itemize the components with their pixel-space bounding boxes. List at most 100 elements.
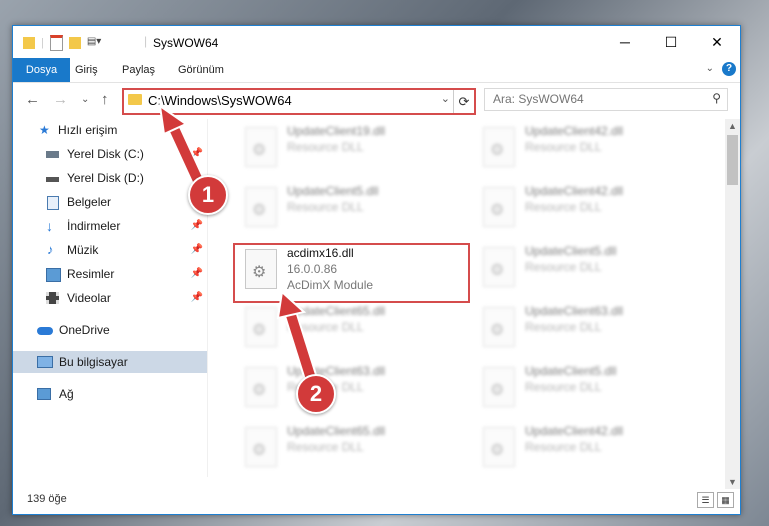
dll-file-icon: ⚙: [245, 367, 277, 407]
sidebar-item-label: Resimler: [67, 267, 115, 281]
file-type: Resource DLL: [287, 440, 364, 454]
sidebar-item-downloads[interactable]: ↓ İndirmeler 📌: [13, 215, 207, 237]
sidebar-item-local-disk-c[interactable]: Yerel Disk (C:) 📌: [13, 143, 207, 165]
sidebar-item-local-disk-d[interactable]: Yerel Disk (D:) 📌: [13, 167, 207, 189]
folder-icon: [128, 94, 142, 105]
ribbon-tabs: Dosya Giriş Paylaş Görünüm ⌄ ?: [13, 58, 740, 83]
minimize-button[interactable]: ─: [602, 26, 648, 58]
tab-file[interactable]: Dosya: [13, 58, 70, 82]
sidebar-item-music[interactable]: ♪ Müzik 📌: [13, 239, 207, 261]
window-title: SysWOW64: [153, 36, 219, 50]
file-item[interactable]: ⚙ UpdateClient42.dll Resource DLL: [475, 421, 705, 471]
file-name: UpdateClient19.dll: [287, 124, 386, 138]
address-dropdown-icon[interactable]: ⌄: [441, 92, 450, 105]
file-item[interactable]: ⚙ UpdateClient5.dll Resource DLL: [475, 361, 705, 411]
gear-icon: ⚙: [490, 142, 505, 159]
pin-icon[interactable]: 📌: [191, 215, 203, 237]
gear-icon: ⚙: [252, 202, 267, 219]
sidebar-item-label: Bu bilgisayar: [59, 355, 128, 369]
gear-icon: ⚙: [490, 322, 505, 339]
qat-separator: |: [41, 37, 44, 49]
search-box[interactable]: ⚲: [484, 88, 728, 111]
cloud-icon: [37, 327, 53, 335]
pictures-icon: [46, 268, 61, 282]
navigation-bar: ← → ⌄ ↑ C:\Windows\SysWOW64 ⌄ ⟳ ⚲: [13, 83, 740, 117]
network-icon: [37, 388, 51, 400]
dll-file-icon: ⚙: [483, 307, 515, 347]
file-type: Resource DLL: [287, 140, 364, 154]
sidebar-item-this-pc[interactable]: Bu bilgisayar: [13, 351, 207, 373]
close-button[interactable]: ✕: [694, 26, 740, 58]
computer-icon: [37, 356, 53, 368]
star-icon: ★: [39, 123, 50, 137]
tab-home[interactable]: Giriş: [75, 58, 98, 82]
drive-icon: [46, 151, 59, 158]
sidebar-item-onedrive[interactable]: OneDrive: [13, 319, 207, 341]
file-item[interactable]: ⚙ UpdateClient65.dll Resource DLL: [237, 421, 467, 471]
tab-view[interactable]: Görünüm: [178, 58, 224, 82]
file-name: UpdateClient42.dll: [525, 424, 624, 438]
customize-toolbar-icon[interactable]: ▤▾: [87, 36, 103, 50]
address-path[interactable]: C:\Windows\SysWOW64: [148, 93, 292, 108]
dll-file-icon: ⚙: [245, 427, 277, 467]
vertical-scrollbar[interactable]: ▲ ▼: [725, 119, 740, 489]
file-item[interactable]: ⚙ UpdateClient65.dll Resource DLL: [237, 301, 467, 351]
sidebar-item-pictures[interactable]: Resimler 📌: [13, 263, 207, 285]
scroll-thumb[interactable]: [727, 135, 738, 185]
sidebar-item-quick-access[interactable]: ★ Hızlı erişim: [13, 119, 207, 141]
sidebar-item-label: Belgeler: [67, 195, 112, 209]
pin-icon[interactable]: 📌: [191, 263, 203, 285]
sidebar-item-label: Yerel Disk (D:): [67, 171, 144, 185]
up-button[interactable]: ↑: [101, 91, 109, 108]
pin-icon[interactable]: 📌: [191, 143, 203, 165]
details-view-icon[interactable]: ☰: [697, 492, 714, 508]
file-name: UpdateClient63.dll: [525, 304, 624, 318]
maximize-button[interactable]: ☐: [648, 26, 694, 58]
sidebar-item-documents[interactable]: Belgeler 📌: [13, 191, 207, 213]
address-bar[interactable]: C:\Windows\SysWOW64 ⌄ ⟳: [122, 88, 476, 115]
file-type: Resource DLL: [525, 440, 602, 454]
gear-icon: ⚙: [490, 382, 505, 399]
file-item[interactable]: ⚙ UpdateClient63.dll Resource DLL: [237, 361, 467, 411]
dll-file-icon: ⚙: [483, 427, 515, 467]
pin-icon[interactable]: 📌: [191, 239, 203, 261]
gear-icon: ⚙: [252, 322, 267, 339]
file-item[interactable]: ⚙ UpdateClient5.dll Resource DLL: [475, 241, 705, 291]
sidebar-item-network[interactable]: Ağ: [13, 383, 207, 405]
file-item[interactable]: ⚙ UpdateClient63.dll Resource DLL: [475, 301, 705, 351]
file-type: Resource DLL: [525, 320, 602, 334]
file-highlight-box: [233, 243, 470, 303]
forward-button[interactable]: →: [53, 91, 68, 108]
recent-locations-button[interactable]: ⌄: [81, 94, 89, 105]
file-item[interactable]: ⚙ UpdateClient5.dll Resource DLL: [237, 181, 467, 231]
large-icons-view-icon[interactable]: ▦: [717, 492, 734, 508]
file-item[interactable]: ⚙ UpdateClient42.dll Resource DLL: [475, 121, 705, 171]
pin-icon[interactable]: 📌: [191, 287, 203, 309]
help-icon[interactable]: ?: [722, 62, 736, 76]
dll-file-icon: ⚙: [483, 127, 515, 167]
file-item[interactable]: ⚙ UpdateClient42.dll Resource DLL: [475, 181, 705, 231]
file-type: Resource DLL: [525, 260, 602, 274]
new-folder-icon[interactable]: [68, 37, 81, 49]
search-icon[interactable]: ⚲: [712, 91, 721, 105]
sidebar-item-videos[interactable]: Videolar 📌: [13, 287, 207, 309]
refresh-button[interactable]: ⟳: [453, 90, 474, 113]
dll-file-icon: ⚙: [483, 367, 515, 407]
tab-share[interactable]: Paylaş: [122, 58, 155, 82]
ribbon-expand-icon[interactable]: ⌄: [706, 63, 714, 74]
file-name: UpdateClient42.dll: [525, 184, 624, 198]
file-type: Resource DLL: [287, 320, 364, 334]
back-button[interactable]: ←: [25, 91, 40, 108]
scroll-down-icon[interactable]: ▼: [728, 477, 737, 487]
search-input[interactable]: [491, 91, 695, 107]
file-item[interactable]: ⚙ UpdateClient19.dll Resource DLL: [237, 121, 467, 171]
file-type: Resource DLL: [287, 200, 364, 214]
properties-icon[interactable]: [49, 35, 63, 51]
folder-small-icon[interactable]: [23, 37, 35, 49]
download-icon: ↓: [46, 218, 53, 234]
dll-file-icon: ⚙: [483, 247, 515, 287]
scroll-up-icon[interactable]: ▲: [728, 121, 737, 131]
file-name: UpdateClient42.dll: [525, 124, 624, 138]
file-type: Resource DLL: [525, 200, 602, 214]
dll-file-icon: ⚙: [245, 307, 277, 347]
